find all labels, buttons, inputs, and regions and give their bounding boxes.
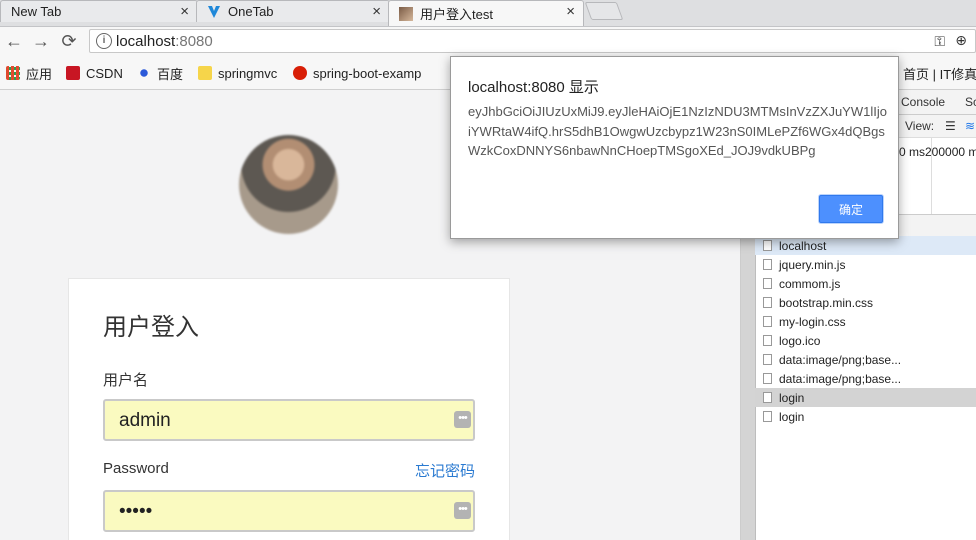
- bookmark-spring-boot[interactable]: spring-boot-examp: [293, 64, 433, 82]
- password-field[interactable]: ••••• •••: [103, 490, 475, 532]
- url-host: localhost: [116, 33, 176, 50]
- file-icon: [763, 278, 772, 289]
- info-icon[interactable]: i: [96, 33, 112, 49]
- waterfall-view-icon[interactable]: ≋: [965, 119, 975, 133]
- browser-toolbar: ← → ⟳ i localhost:8080 ⚿ ⊕: [0, 27, 976, 56]
- zoom-icon[interactable]: ⊕: [955, 32, 967, 49]
- tab-label: OneTab: [228, 4, 274, 19]
- file-icon: [763, 373, 772, 384]
- close-icon[interactable]: ×: [180, 3, 189, 20]
- file-icon: [763, 316, 772, 327]
- bookmark-springmvc[interactable]: springmvc: [198, 64, 277, 82]
- bookmark-label: springmvc: [218, 65, 278, 81]
- onetab-icon: [207, 5, 221, 19]
- avatar: [239, 135, 338, 234]
- request-name: login: [779, 409, 805, 424]
- baidu-paw-icon: [137, 66, 151, 80]
- avatar-favicon-icon: [399, 6, 413, 21]
- tab-label: 用户登入test: [420, 7, 493, 22]
- timeline-ticks: 0 ms200000 m: [899, 145, 976, 159]
- password-value: •••••: [119, 501, 153, 522]
- forgot-password-link[interactable]: 忘记密码: [415, 460, 475, 481]
- request-name: logo.ico: [779, 333, 821, 348]
- tab-user-login[interactable]: 用户登入test ×: [388, 0, 584, 26]
- network-request-row[interactable]: data:image/png;base...: [755, 350, 976, 369]
- network-request-row[interactable]: logo.ico: [755, 331, 976, 350]
- bookmark-label: 首页 | IT修真: [903, 66, 976, 82]
- new-tab-button[interactable]: [584, 2, 624, 20]
- network-request-row[interactable]: login: [755, 388, 976, 407]
- file-icon: [763, 392, 772, 403]
- page-title: 用户登入: [103, 314, 199, 341]
- reload-icon[interactable]: ⟳: [59, 31, 79, 51]
- file-icon: [763, 354, 772, 365]
- network-request-row[interactable]: bootstrap.min.css: [755, 293, 976, 312]
- csdn-icon: [66, 66, 80, 80]
- file-icon: [763, 335, 772, 346]
- request-name: bootstrap.min.css: [779, 295, 874, 310]
- key-icon[interactable]: ⚿: [934, 33, 945, 50]
- request-name: my-login.css: [779, 314, 846, 329]
- bookmark-label: 百度: [157, 66, 184, 82]
- url-text[interactable]: localhost:8080: [116, 33, 213, 50]
- tab-console[interactable]: Console: [901, 95, 945, 109]
- bookmark-label: spring-boot-examp: [313, 65, 422, 81]
- bookmark-itxiuzhen[interactable]: 首页 | IT修真: [897, 64, 976, 82]
- network-request-row[interactable]: my-login.css: [755, 312, 976, 331]
- username-field[interactable]: admin •••: [103, 399, 475, 441]
- request-name: data:image/png;base...: [779, 371, 902, 386]
- request-name: localhost: [779, 238, 827, 253]
- bookmark-label: CSDN: [86, 65, 123, 81]
- file-icon: [763, 411, 772, 422]
- view-label: View:: [905, 119, 935, 133]
- network-request-row[interactable]: data:image/png;base...: [755, 369, 976, 388]
- close-icon[interactable]: ×: [566, 3, 575, 20]
- tab-strip: New Tab × OneTab × 用户登入test ×: [0, 0, 976, 27]
- login-card: 用户登入 用户名 admin ••• Password 忘记密码 ••••• •…: [68, 278, 510, 540]
- bookmark-csdn[interactable]: CSDN: [66, 64, 123, 82]
- bookmark-baidu[interactable]: 百度: [137, 64, 183, 82]
- close-icon[interactable]: ×: [372, 3, 381, 20]
- file-icon: [763, 297, 772, 308]
- username-value: admin: [119, 410, 171, 431]
- address-bar[interactable]: i localhost:8080 ⚿ ⊕: [89, 29, 976, 53]
- google-g-icon: [293, 66, 307, 80]
- file-icon: [763, 259, 772, 270]
- dialog-message: eyJhbGciOiJIUzUxMiJ9.eyJleHAiOjE1NzIzNDU…: [468, 104, 887, 158]
- tab-onetab[interactable]: OneTab ×: [196, 0, 390, 22]
- autofill-icon[interactable]: •••: [454, 502, 471, 519]
- tab-new-tab[interactable]: New Tab ×: [0, 0, 198, 22]
- timeline-divider: [931, 138, 932, 214]
- tab-sources[interactable]: Sc: [965, 95, 976, 109]
- network-request-row[interactable]: jquery.min.js: [755, 255, 976, 274]
- bookmark-label: 应用: [26, 66, 53, 82]
- list-view-icon[interactable]: ☰: [945, 119, 956, 133]
- dialog-title: localhost:8080 显示: [468, 79, 599, 96]
- password-label: Password: [103, 460, 169, 477]
- url-port: :8080: [175, 33, 213, 50]
- alert-dialog: localhost:8080 显示 eyJhbGciOiJIUzUxMiJ9.e…: [450, 56, 899, 239]
- autofill-icon[interactable]: •••: [454, 411, 471, 428]
- request-name: jquery.min.js: [779, 257, 846, 272]
- apps-grid-icon: [6, 66, 20, 80]
- back-arrow-icon[interactable]: ←: [4, 31, 24, 51]
- request-name: data:image/png;base...: [779, 352, 902, 367]
- ok-button[interactable]: 确定: [819, 195, 883, 223]
- folder-icon: [198, 66, 212, 80]
- bookmark-apps[interactable]: 应用: [6, 64, 52, 82]
- username-label: 用户名: [103, 372, 149, 389]
- request-name: commom.js: [779, 276, 841, 291]
- request-name: login: [779, 390, 805, 405]
- forward-arrow-icon[interactable]: →: [31, 31, 51, 51]
- network-request-row[interactable]: commom.js: [755, 274, 976, 293]
- file-icon: [763, 240, 772, 251]
- network-request-row[interactable]: login: [755, 407, 976, 426]
- tab-label: New Tab: [11, 4, 62, 19]
